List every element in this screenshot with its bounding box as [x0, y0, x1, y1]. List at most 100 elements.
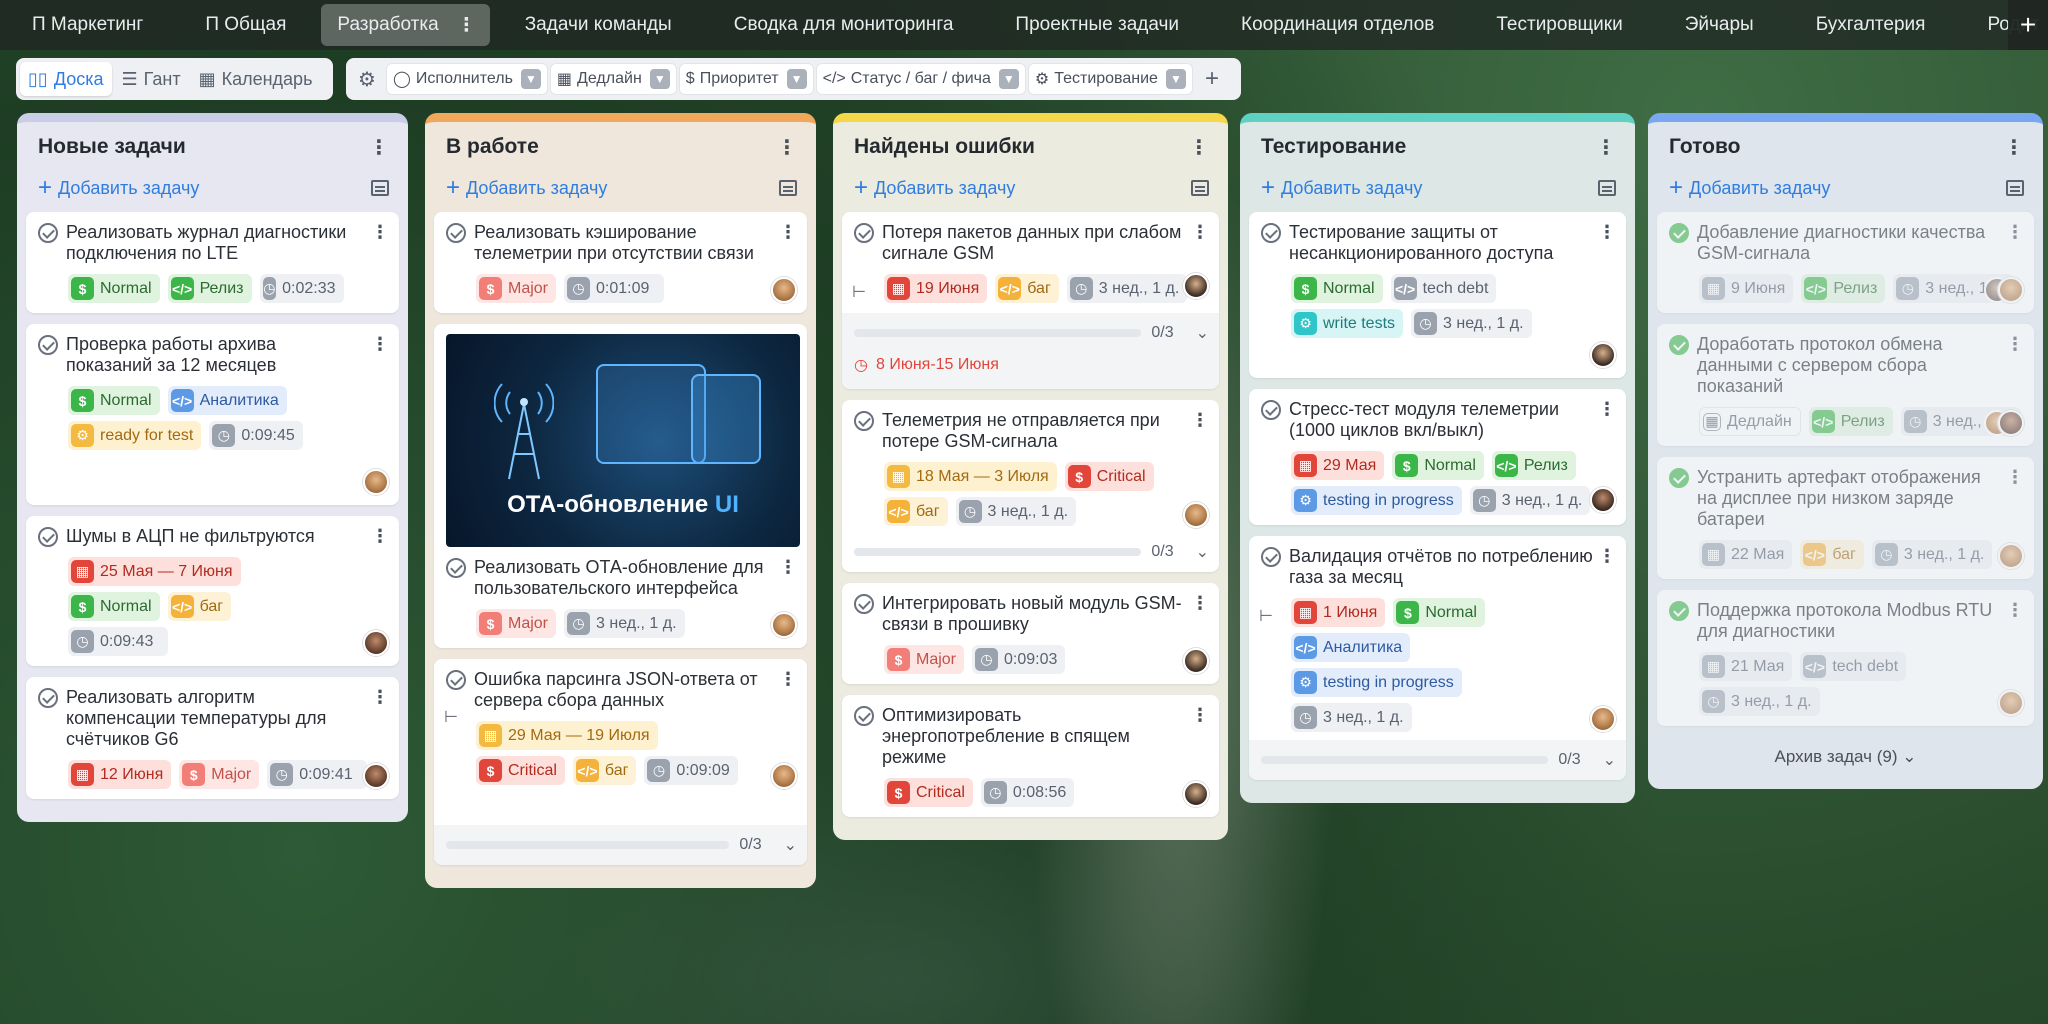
- timer-tag[interactable]: ◷ 0:02:33: [259, 274, 344, 303]
- task-card[interactable]: Оптимизировать энергопотребление в спяще…: [842, 695, 1219, 817]
- add-task-button[interactable]: + Добавить задачу: [38, 176, 199, 200]
- avatar[interactable]: [363, 630, 389, 656]
- add-task-button[interactable]: + Добавить задачу: [446, 176, 607, 200]
- checklist-progress[interactable]: 0/3 ⌄: [1249, 740, 1626, 780]
- filter-status[interactable]: </> Статус / баг / фича ▼: [815, 63, 1026, 95]
- complete-checkbox[interactable]: [1669, 335, 1689, 355]
- task-card[interactable]: Добавление диагностики качества GSM-сигн…: [1657, 212, 2034, 313]
- timer-tag[interactable]: ◷ 3 нед., 1 д.: [1411, 309, 1532, 338]
- priority-tag[interactable]: $ Major: [179, 760, 260, 789]
- tab-team-tasks[interactable]: Задачи команды: [494, 0, 703, 50]
- card-menu-icon[interactable]: ⋮: [1191, 705, 1209, 726]
- filter-deadline[interactable]: ▦ Дедлайн ▼: [549, 63, 677, 95]
- tab-development[interactable]: Разработка ⋮: [321, 4, 490, 46]
- column-menu-icon[interactable]: ⋮: [1594, 135, 1618, 159]
- deadline-tag[interactable]: ▦ Дедлайн: [1699, 407, 1801, 436]
- timer-tag[interactable]: ◷ 3 нед., 1 д.: [1699, 687, 1820, 716]
- card-menu-icon[interactable]: ⋮: [1191, 410, 1209, 431]
- avatar[interactable]: [1183, 273, 1209, 299]
- timer-tag[interactable]: ◷ 3 нед., 1 д.: [1291, 703, 1412, 732]
- type-tag[interactable]: </> Релиз: [167, 274, 252, 303]
- timer-tag[interactable]: ◷ 3 нед., 1 д.: [1469, 486, 1591, 515]
- card-menu-icon[interactable]: ⋮: [371, 334, 389, 355]
- complete-checkbox[interactable]: [1261, 400, 1281, 420]
- avatar[interactable]: [363, 763, 389, 789]
- complete-checkbox[interactable]: [854, 706, 874, 726]
- complete-checkbox[interactable]: [854, 411, 874, 431]
- tab-department-coordination[interactable]: Координация отделов: [1210, 0, 1465, 50]
- tab-marketing[interactable]: П Маркетинг: [0, 0, 174, 50]
- timer-tag[interactable]: ◷ 0:09:43: [68, 627, 168, 656]
- view-gantt-button[interactable]: ☰ Гант: [114, 62, 189, 96]
- filter-testing[interactable]: ⚙ Тестирование ▼: [1027, 63, 1193, 95]
- date-tag[interactable]: ▦ 19 Июня: [884, 274, 988, 303]
- date-range[interactable]: ◷ 8 Июня-15 Июня: [842, 347, 1219, 389]
- complete-checkbox[interactable]: [446, 670, 466, 690]
- card-menu-icon[interactable]: ⋮: [371, 526, 389, 547]
- card-menu-icon[interactable]: ⋮: [779, 669, 797, 690]
- checklist-progress[interactable]: 0/3 ⌄: [842, 313, 1219, 347]
- task-card[interactable]: Поддержка протокола Modbus RTU для диагн…: [1657, 590, 2034, 726]
- complete-checkbox[interactable]: [38, 527, 58, 547]
- timer-tag[interactable]: ◷ 0:09:41: [267, 760, 368, 789]
- column-menu-icon[interactable]: ⋮: [1187, 135, 1211, 159]
- add-task-button[interactable]: + Добавить задачу: [1261, 176, 1422, 200]
- testing-tag[interactable]: ⚙ ready for test: [68, 421, 202, 450]
- card-menu-icon[interactable]: ⋮: [2006, 600, 2024, 621]
- timer-tag[interactable]: ◷ 0:09:45: [209, 421, 303, 450]
- priority-tag[interactable]: $ Major: [884, 645, 965, 674]
- priority-tag[interactable]: $ Normal: [1393, 598, 1485, 627]
- complete-checkbox[interactable]: [38, 223, 58, 243]
- avatar[interactable]: [1998, 690, 2024, 716]
- checklist-progress[interactable]: 0/3 ⌄: [434, 825, 807, 865]
- avatar[interactable]: [1590, 487, 1616, 513]
- add-task-button[interactable]: + Добавить задачу: [1669, 176, 1830, 200]
- avatar[interactable]: [1998, 410, 2024, 436]
- complete-checkbox[interactable]: [1669, 223, 1689, 243]
- checklist-progress[interactable]: 0/3 ⌄: [854, 542, 1209, 562]
- task-card[interactable]: Валидация отчётов по потреблению газа за…: [1249, 536, 1626, 780]
- card-menu-icon[interactable]: ⋮: [2006, 222, 2024, 243]
- card-menu-icon[interactable]: ⋮: [1191, 593, 1209, 614]
- template-icon[interactable]: [1598, 180, 1616, 196]
- avatar[interactable]: [1998, 543, 2024, 569]
- tab-general[interactable]: П Общая: [174, 0, 317, 50]
- card-menu-icon[interactable]: ⋮: [2006, 467, 2024, 488]
- type-tag[interactable]: </> Релиз: [1801, 274, 1886, 303]
- task-card[interactable]: Интегрировать новый модуль GSM-связи в п…: [842, 583, 1219, 684]
- avatar[interactable]: [1590, 706, 1616, 732]
- priority-tag[interactable]: $ Normal: [68, 274, 160, 303]
- testing-tag[interactable]: ⚙ testing in progress: [1291, 486, 1462, 515]
- avatar[interactable]: [1998, 277, 2024, 303]
- date-tag[interactable]: ▦ 29 Мая — 19 Июля: [476, 721, 658, 750]
- type-tag[interactable]: </> tech debt: [1390, 274, 1497, 303]
- card-menu-icon[interactable]: ⋮: [371, 687, 389, 708]
- chevron-down-icon[interactable]: ⌄: [1196, 323, 1209, 343]
- type-tag[interactable]: </> баг: [884, 497, 948, 526]
- date-tag[interactable]: ▦ 29 Мая: [1291, 451, 1385, 480]
- priority-tag[interactable]: $ Normal: [68, 386, 160, 415]
- priority-tag[interactable]: $ Normal: [1392, 451, 1484, 480]
- date-tag[interactable]: ▦ 18 Мая — 3 Июля: [884, 462, 1057, 491]
- priority-tag[interactable]: $ Critical: [1064, 462, 1154, 491]
- chevron-down-icon[interactable]: ⌄: [1603, 750, 1616, 770]
- task-card[interactable]: Устранить артефакт отображения на диспле…: [1657, 457, 2034, 579]
- avatar[interactable]: [1590, 342, 1616, 368]
- filter-priority[interactable]: $ Приоритет ▼: [678, 63, 814, 95]
- task-card[interactable]: Потеря пакетов данных при слабом сигнале…: [842, 212, 1219, 389]
- archive-toggle[interactable]: Архив задач (9) ⌄: [1657, 737, 2034, 777]
- task-card[interactable]: Проверка работы архива показаний за 12 м…: [26, 324, 399, 505]
- date-tag[interactable]: ▦ 22 Мая: [1699, 540, 1793, 569]
- avatar[interactable]: [1183, 648, 1209, 674]
- template-icon[interactable]: [779, 180, 797, 196]
- complete-checkbox[interactable]: [1669, 468, 1689, 488]
- add-filter-icon[interactable]: +: [1195, 63, 1229, 95]
- column-menu-icon[interactable]: ⋮: [775, 135, 799, 159]
- column-menu-icon[interactable]: ⋮: [367, 135, 391, 159]
- timer-tag[interactable]: ◷ 3 нед., 1 д.: [1066, 274, 1188, 303]
- type-tag[interactable]: </> баг: [1800, 540, 1864, 569]
- timer-tag[interactable]: ◷ 3 нед., 1 д.: [955, 497, 1077, 526]
- complete-checkbox[interactable]: [38, 335, 58, 355]
- tab-hr[interactable]: Эйчары: [1654, 0, 1785, 50]
- card-menu-icon[interactable]: ⋮: [371, 222, 389, 243]
